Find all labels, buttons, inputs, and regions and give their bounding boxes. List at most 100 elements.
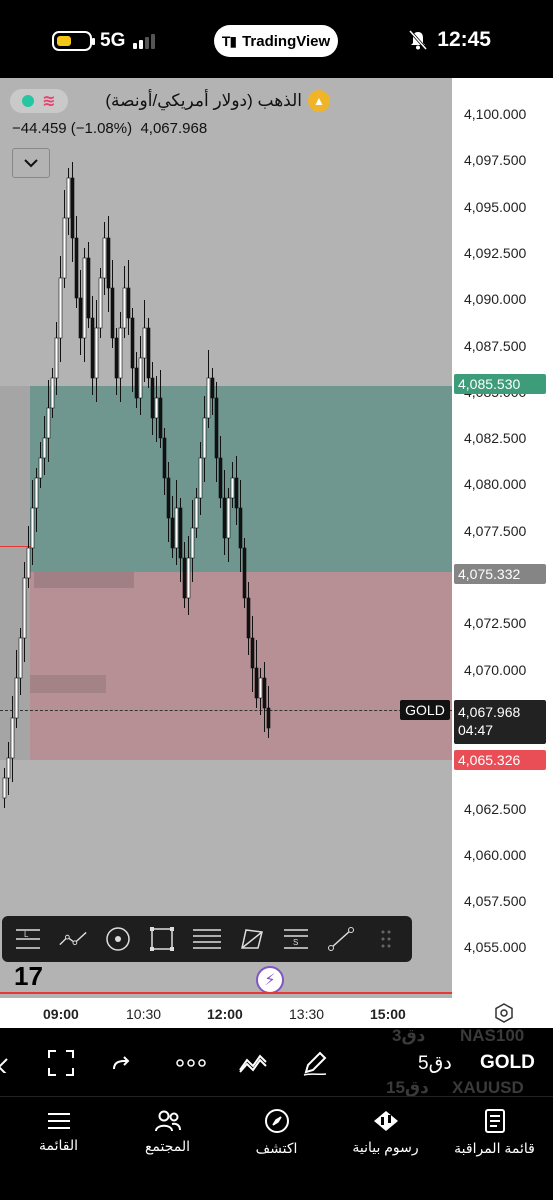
settings-icon[interactable]	[493, 1002, 515, 1024]
time-axis[interactable]	[0, 998, 553, 1028]
candle-body	[26, 547, 31, 579]
symbol-price-label: GOLD	[400, 700, 450, 720]
entry-price-tag: 4,075.332	[454, 564, 546, 584]
svg-text:L: L	[24, 930, 29, 939]
redo-icon[interactable]	[104, 1046, 138, 1080]
candle-body	[50, 377, 55, 409]
market-status-pill[interactable]: ≋	[10, 89, 68, 113]
short-position-tool-icon[interactable]: S	[281, 924, 311, 954]
fib-levels-tool-icon[interactable]	[192, 924, 222, 954]
stop-loss-price-tag: 4,065.326	[454, 750, 546, 770]
take-profit-price-tag: 4,085.530	[454, 374, 546, 394]
chart-area[interactable]: 4,100.000 4,097.500 4,095.000 4,092.500 4,09…	[0, 78, 553, 1028]
flash-icon[interactable]: ⚡	[256, 966, 284, 994]
watchlist-ghost-interval: 3دق	[392, 1026, 426, 1045]
nav-item-watchlist[interactable]: قائمة المراقبة	[442, 1097, 547, 1167]
candle-body	[194, 497, 199, 529]
trend-line-tool-icon[interactable]	[326, 924, 356, 954]
candle-body	[82, 257, 87, 339]
candle-body	[18, 637, 23, 679]
status-bar: 5G T▮ TradingView 12:45	[0, 0, 553, 80]
candle-body	[114, 337, 119, 379]
candle-body	[78, 297, 83, 339]
menu-icon	[47, 1112, 70, 1129]
nav-item-menu[interactable]: القائمة	[6, 1097, 111, 1167]
candle-body	[242, 547, 247, 599]
candle-body	[138, 357, 143, 399]
long-position-tool-icon[interactable]: L	[13, 924, 43, 954]
symbol-quote: −44.459 (−1.08%) 4,067.968	[12, 120, 207, 137]
candle-body	[158, 397, 163, 439]
more-options-icon[interactable]	[174, 1046, 208, 1080]
candle-body	[122, 287, 127, 329]
drawing-pen-icon[interactable]	[298, 1046, 332, 1080]
candle-body	[182, 557, 187, 599]
price-tick-label: 4,070.000	[464, 661, 527, 678]
symbol-name: الذهب (دولار أمريكي/أونصة)	[105, 91, 302, 110]
price-tick-label: 4,060.000	[464, 846, 527, 863]
watchlist-ghost-interval: 15دق	[386, 1078, 429, 1097]
price-tick-label: 4,057.500	[464, 893, 527, 910]
wave-icon: ≋	[42, 93, 56, 110]
candle-body	[190, 527, 195, 559]
candle-body	[102, 237, 107, 279]
candle-body	[238, 507, 243, 549]
session-line	[0, 992, 452, 994]
price-tick-label: 4,092.500	[464, 244, 527, 261]
bar-countdown: 04:47	[458, 722, 494, 738]
fullscreen-icon[interactable]	[44, 1046, 78, 1080]
interval-selector[interactable]: 5دق	[418, 1052, 452, 1075]
candle-body	[106, 237, 111, 289]
candle-body	[206, 377, 211, 419]
time-tick-label: 10:30	[126, 1006, 162, 1022]
time-tick-label: 13:30	[289, 1006, 325, 1022]
price-tick-label: 4,062.500	[464, 800, 527, 817]
trend-path-tool-icon[interactable]	[58, 924, 88, 954]
time-tick-label: 09:00	[43, 1006, 79, 1022]
nav-item-community[interactable]: المجتمع	[115, 1097, 220, 1167]
indicators-icon[interactable]	[236, 1046, 270, 1080]
toolbar-drag-handle-icon[interactable]	[371, 924, 401, 954]
rectangle-tool-icon[interactable]	[147, 924, 177, 954]
candle-body	[230, 477, 235, 499]
candle-body	[126, 287, 131, 319]
circle-tool-icon[interactable]	[103, 924, 133, 954]
candle-body	[14, 677, 19, 719]
candle-body	[202, 417, 207, 459]
back-arrow-icon[interactable]	[0, 1046, 18, 1080]
price-tick-label: 4,072.500	[464, 615, 527, 632]
candle-body	[38, 457, 43, 479]
symbol-selector[interactable]: GOLD	[480, 1052, 535, 1074]
price-tick-label: 4,100.000	[464, 106, 527, 122]
candle-body	[174, 507, 179, 549]
candle-body	[34, 477, 39, 509]
candle-body	[234, 477, 239, 509]
battery-icon	[52, 31, 95, 51]
candle-body	[198, 457, 203, 499]
compass-icon	[264, 1108, 289, 1133]
candle-body	[6, 757, 11, 779]
candle-body	[214, 397, 219, 459]
legend-collapse-button[interactable]	[12, 148, 50, 178]
price-tick-label: 4,080.000	[464, 476, 527, 493]
price-tick-label: 4,090.000	[464, 291, 527, 308]
polygon-tool-icon[interactable]	[237, 924, 267, 954]
nav-item-explore[interactable]: اكتشف	[224, 1097, 329, 1167]
candle-body	[30, 507, 35, 549]
candle-body	[2, 777, 7, 799]
watchlist-ghost-ticker: XAUUSD	[452, 1078, 524, 1097]
candle-body	[162, 437, 167, 479]
chart-toolbar: NAS100 3دق XAUUSD 15دق 5دق GOLD	[0, 1026, 553, 1097]
symbol-legend[interactable]: ≋ الذهب (دولار أمريكي/أونصة) ▲	[10, 88, 330, 114]
nav-item-charts[interactable]: رسوم بيانية	[333, 1097, 438, 1167]
gold-coin-icon: ▲	[308, 90, 330, 112]
candle-body	[222, 497, 227, 539]
svg-text:S: S	[293, 938, 298, 947]
candle-body	[250, 637, 255, 669]
candle-body	[186, 557, 191, 599]
candle-body	[170, 517, 175, 549]
drawing-toolbar[interactable]: L S	[2, 916, 412, 962]
candle-body	[46, 407, 51, 439]
candle-body	[166, 477, 171, 519]
tradingview-logo-icon: T▮	[221, 32, 237, 49]
